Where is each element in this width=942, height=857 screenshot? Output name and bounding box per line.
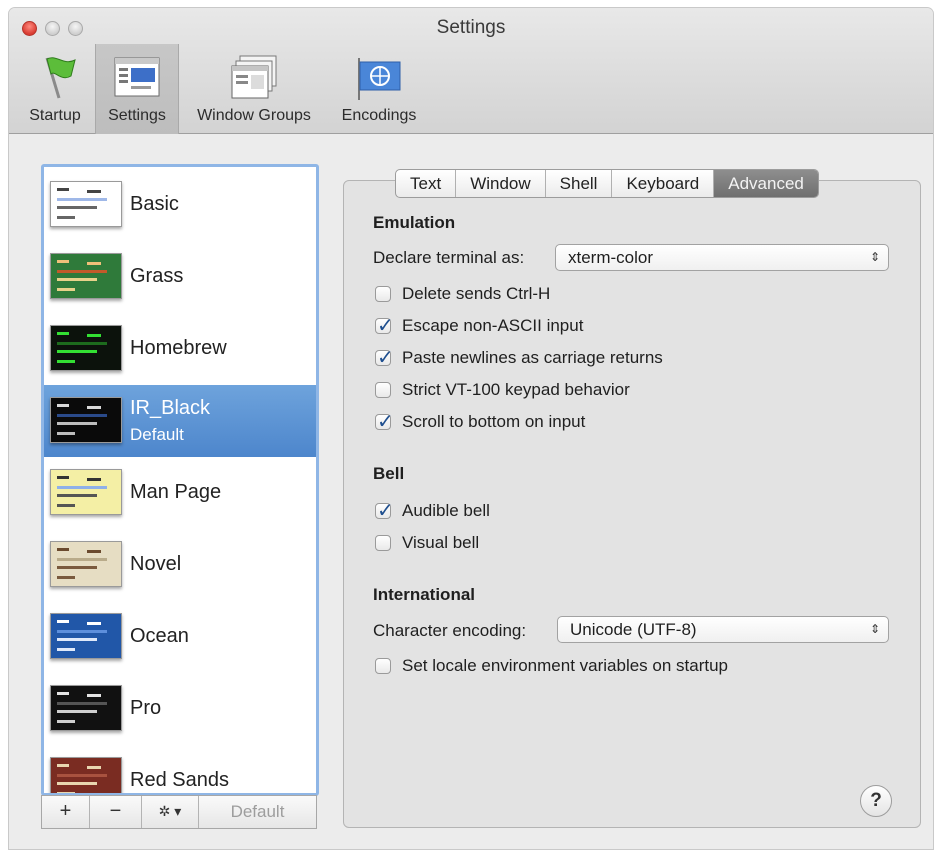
checkbox-box[interactable]: ✓: [375, 411, 394, 433]
profile-item-novel[interactable]: Novel: [44, 529, 316, 601]
tab-shell[interactable]: Shell: [546, 170, 613, 197]
profile-item-grass[interactable]: Grass: [44, 241, 316, 313]
checkmark-icon: ✓: [377, 411, 394, 433]
character-encoding-popup[interactable]: Unicode (UTF-8) ⇕: [557, 616, 889, 643]
profile-thumbnail: [50, 613, 122, 659]
profile-item-red-sands[interactable]: Red Sands: [44, 745, 316, 793]
profile-name: Novel: [130, 553, 182, 575]
settings-window: Settings Startup Settings Window Groups …: [9, 8, 933, 849]
startup-flag-icon: [45, 57, 76, 99]
profile-thumbnail: [50, 757, 122, 793]
profile-name: Homebrew: [130, 337, 227, 359]
tab-text[interactable]: Text: [396, 170, 457, 197]
profile-thumbnail: [50, 541, 122, 587]
checkbox-box[interactable]: ✓: [375, 286, 391, 302]
profile-item-ir-black[interactable]: IR_Black Default: [44, 385, 316, 457]
profile-item-ocean[interactable]: Ocean: [44, 601, 316, 673]
toolbar-startup[interactable]: Startup: [15, 44, 95, 134]
toolbar-window-groups-label: Window Groups: [197, 107, 311, 124]
help-button[interactable]: ?: [860, 785, 892, 817]
profile-action-menu-button[interactable]: ✲ ▾: [142, 796, 199, 828]
checkbox-label: Visual bell: [402, 533, 480, 552]
profile-list[interactable]: Basic Grass Homebrew IR_Black Default Ma…: [41, 164, 319, 796]
popup-arrows-icon: ⇕: [869, 250, 880, 264]
character-encoding-label: Character encoding:: [373, 621, 527, 640]
international-section-title: International: [373, 585, 476, 604]
tab-keyboard[interactable]: Keyboard: [612, 170, 715, 197]
toolbar-encodings[interactable]: Encodings: [327, 44, 431, 134]
window-groups-icon: [231, 55, 277, 99]
toolbar-startup-label: Startup: [29, 107, 81, 124]
checkbox-box[interactable]: ✓: [375, 500, 394, 522]
checkbox-label: Escape non-ASCII input: [402, 316, 584, 335]
profile-name: Grass: [130, 265, 184, 287]
checkbox-label: Audible bell: [402, 501, 490, 520]
profile-item-homebrew[interactable]: Homebrew: [44, 313, 316, 385]
checkbox-box[interactable]: ✓: [375, 315, 394, 337]
profile-thumbnail: [50, 469, 122, 515]
settings-tabs: Text Window Shell Keyboard Advanced: [395, 169, 819, 198]
encodings-globe-icon: [358, 58, 401, 100]
profile-name: Pro: [130, 697, 162, 719]
tab-advanced[interactable]: Advanced: [714, 170, 818, 197]
profile-thumbnail: [50, 253, 122, 299]
checkbox-box[interactable]: ✓: [375, 658, 391, 674]
bell-section-title: Bell: [373, 464, 405, 483]
profile-item-pro[interactable]: Pro: [44, 673, 316, 745]
add-profile-button[interactable]: +: [42, 796, 90, 828]
checkbox-label: Scroll to bottom on input: [402, 412, 586, 431]
checkbox-box[interactable]: ✓: [375, 382, 391, 398]
profile-list-toolbar: + − ✲ ▾ Default: [41, 795, 317, 829]
profile-name: IR_Black: [130, 397, 211, 419]
character-encoding-value: Unicode (UTF-8): [570, 620, 697, 639]
checkbox-box[interactable]: ✓: [375, 535, 391, 551]
checkmark-icon: ✓: [377, 347, 394, 369]
checkbox-label: Delete sends Ctrl-H: [402, 284, 551, 303]
profile-name: Basic: [130, 193, 179, 215]
profile-name: Man Page: [130, 481, 222, 503]
set-default-button[interactable]: Default: [199, 796, 316, 828]
remove-profile-button[interactable]: −: [90, 796, 142, 828]
declare-terminal-value: xterm-color: [568, 248, 654, 267]
toolbar-settings-label: Settings: [108, 107, 166, 124]
checkbox-label: Paste newlines as carriage returns: [402, 348, 663, 367]
settings-window-icon: [114, 57, 160, 97]
tab-window[interactable]: Window: [456, 170, 546, 197]
checkmark-icon: ✓: [377, 500, 394, 522]
profile-thumbnail: [50, 397, 122, 443]
title-bar: Settings Startup Settings Window Groups …: [9, 8, 933, 134]
toolbar-encodings-label: Encodings: [341, 107, 417, 124]
checkmark-icon: ✓: [377, 315, 394, 337]
emulation-section-title: Emulation: [373, 213, 456, 232]
toolbar-window-groups[interactable]: Window Groups: [181, 44, 327, 134]
declare-terminal-popup[interactable]: xterm-color ⇕: [555, 244, 889, 271]
window-title: Settings: [436, 17, 506, 38]
profile-default-label: Default: [130, 425, 184, 444]
checkbox-label: Strict VT-100 keypad behavior: [402, 380, 630, 399]
profile-item-man-page[interactable]: Man Page: [44, 457, 316, 529]
profile-name: Red Sands: [130, 769, 229, 791]
checkbox-label: Set locale environment variables on star…: [402, 656, 729, 675]
toolbar-settings[interactable]: Settings: [95, 44, 179, 134]
profile-thumbnail: [50, 325, 122, 371]
popup-arrows-icon: ⇕: [869, 622, 880, 636]
declare-terminal-label: Declare terminal as:: [373, 248, 525, 267]
profile-item-basic[interactable]: Basic: [44, 169, 316, 241]
checkbox-box[interactable]: ✓: [375, 347, 394, 369]
profile-thumbnail: [50, 685, 122, 731]
profile-name: Ocean: [130, 625, 189, 647]
profile-thumbnail: [50, 181, 122, 227]
